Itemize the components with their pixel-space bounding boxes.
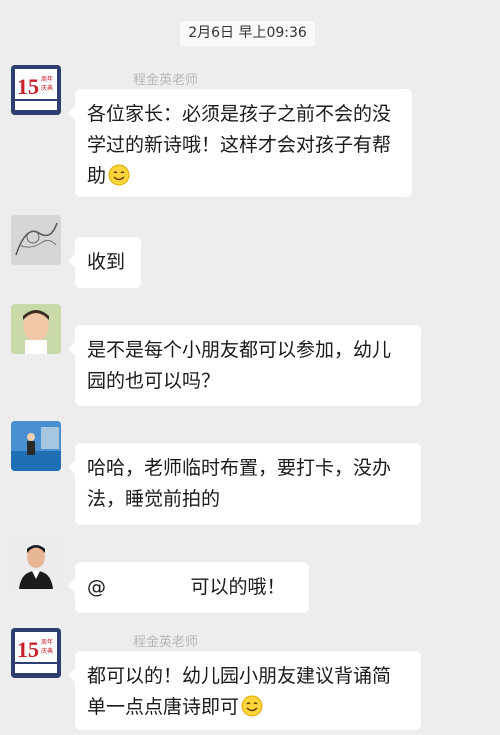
message-text: @ 可以的哦！ (87, 576, 286, 598)
message-bubble[interactable]: 哈哈，老师临时布置，要打卡，没办法，睡觉前拍的 (68, 443, 421, 525)
room-photo-avatar[interactable] (11, 421, 61, 471)
message-text: 收到 (87, 251, 126, 273)
message-bubble[interactable]: 都可以的！幼儿园小朋友建议背诵简单一点点唐诗即可 (68, 651, 421, 730)
sketch-avatar[interactable] (11, 215, 61, 265)
message-text: 哈哈，老师临时布置，要打卡，没办法，睡觉前拍的 (87, 457, 392, 510)
svg-text:周年: 周年 (41, 75, 53, 83)
svg-text:庆典: 庆典 (41, 647, 53, 655)
svg-text:周年: 周年 (41, 638, 53, 646)
svg-text:15: 15 (17, 637, 39, 662)
brand-logo-avatar[interactable]: 15 周年 庆典 (11, 65, 61, 115)
message-bubble[interactable]: 收到 (68, 237, 141, 288)
smiling-face-icon (108, 164, 130, 196)
sender-name: 程金英老师 (133, 635, 199, 650)
sender-name: 程金英老师 (133, 73, 199, 88)
message-text: 各位家长：必须是孩子之前不会的没学过的新诗哦！这样才会对孩子有帮助 (87, 103, 392, 187)
message-bubble[interactable]: @ 可以的哦！ (68, 562, 309, 613)
svg-text:15: 15 (17, 74, 39, 99)
smiling-face-icon (241, 695, 263, 727)
message-text: 是不是每个小朋友都可以参加，幼儿园的也可以吗？ (87, 339, 392, 392)
message-bubble[interactable]: 是不是每个小朋友都可以参加，幼儿园的也可以吗？ (68, 325, 421, 406)
message-text: 都可以的！幼儿园小朋友建议背诵简单一点点唐诗即可 (87, 665, 392, 718)
man-in-suit-avatar[interactable] (11, 539, 61, 589)
message-bubble[interactable]: 各位家长：必须是孩子之前不会的没学过的新诗哦！这样才会对孩子有帮助 (68, 89, 412, 197)
svg-text:庆典: 庆典 (41, 84, 53, 92)
child-photo-avatar[interactable] (11, 304, 61, 354)
timestamp: 2月6日 早上09:36 (180, 21, 315, 46)
brand-logo-avatar[interactable]: 15 周年 庆典 (11, 628, 61, 678)
